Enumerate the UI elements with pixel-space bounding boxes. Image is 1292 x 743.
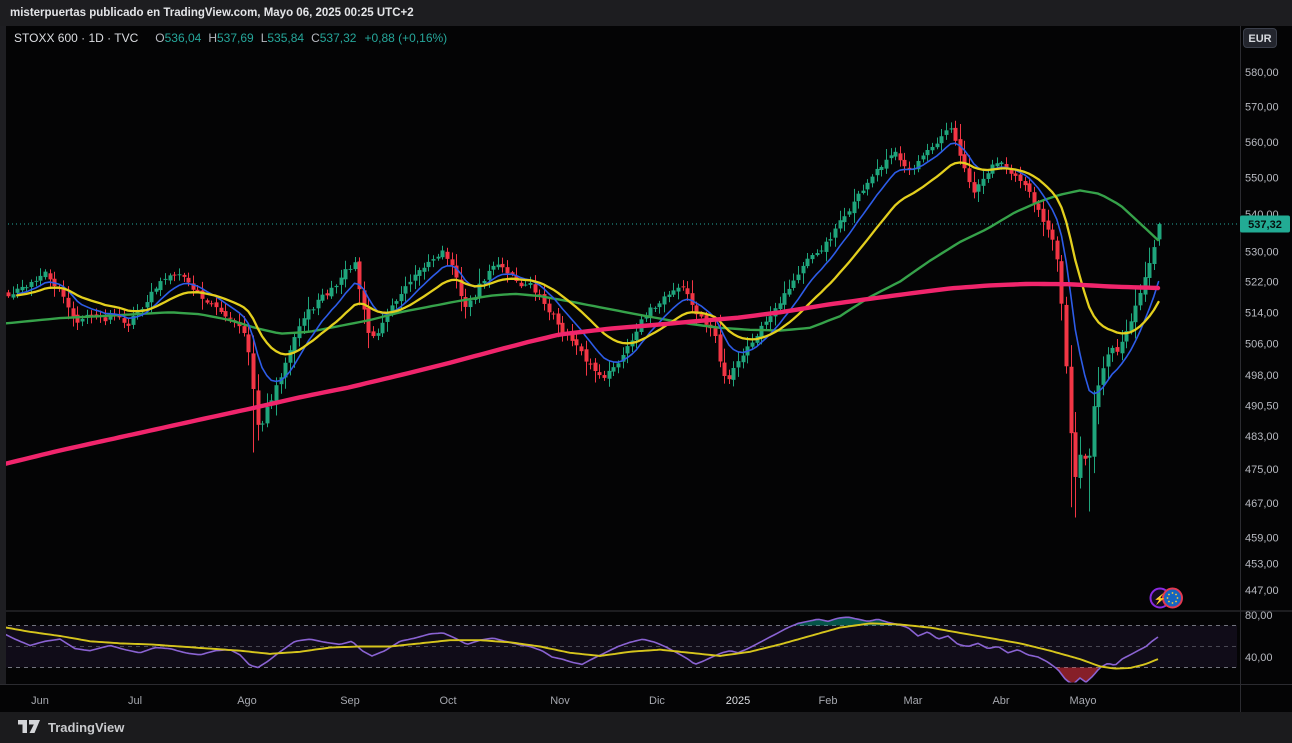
time-axis-month-Mayo: Mayo [1070, 695, 1097, 707]
eu-star [1175, 600, 1177, 603]
price-axis-label: 580,00 [1245, 67, 1279, 79]
price-axis-label: 514,00 [1245, 307, 1279, 319]
rsi-axis-label: 40,00 [1245, 652, 1273, 664]
eu-star [1176, 597, 1179, 599]
price-axis-label: 447,00 [1245, 585, 1279, 597]
price-axis-label: 570,00 [1245, 102, 1279, 114]
time-axis-month-Feb: Feb [819, 695, 838, 707]
high-value: 537,69 [216, 31, 254, 45]
candles-layer [6, 120, 1162, 518]
currency-button[interactable]: EUR [1243, 28, 1277, 48]
price-axis-label: 560,00 [1245, 137, 1279, 149]
price-axis-label: 483,00 [1245, 431, 1279, 443]
high-label: H [208, 31, 217, 45]
close-label: C [311, 31, 320, 45]
low-value: 535,84 [267, 31, 305, 45]
price-axis-label: 506,00 [1245, 338, 1279, 350]
time-axis-month-Abr: Abr [992, 695, 1009, 707]
time-axis-month-Sep: Sep [340, 695, 360, 707]
moving-averages-layer [0, 142, 1161, 468]
price-axis-label: 522,00 [1245, 277, 1279, 289]
time-axis-month-Nov: Nov [550, 695, 570, 707]
eu-star [1168, 593, 1170, 596]
time-axis-month-Oct: Oct [439, 695, 456, 707]
time-axis-month-Jun: Jun [31, 695, 49, 707]
price-axis-label: 550,00 [1245, 173, 1279, 185]
time-axis-month-Dic: Dic [649, 695, 665, 707]
open-value: 536,04 [164, 31, 202, 45]
eu-star [1166, 597, 1169, 599]
price-axis-label: 453,00 [1245, 559, 1279, 571]
price-axis-label: 498,00 [1245, 370, 1279, 382]
lightning-icon[interactable]: ⚡ [1154, 593, 1166, 606]
price-axis-label: 475,00 [1245, 464, 1279, 476]
price-axis-label: 490,50 [1245, 400, 1279, 412]
time-axis-month-Mar: Mar [904, 695, 923, 707]
eu-star [1168, 600, 1170, 603]
ma-green-slow-line [0, 189, 1160, 335]
rsi-axis-label: 80,00 [1245, 610, 1273, 622]
time-axis-month-Ago: Ago [237, 695, 257, 707]
eu-star [1171, 602, 1174, 604]
footer-bar: TradingView [0, 712, 1292, 743]
change-value: +0,88 (+0,16%) [364, 31, 448, 45]
eu-star [1175, 593, 1177, 596]
price-axis-label: 467,00 [1245, 498, 1279, 510]
price-axis-label: 459,00 [1245, 532, 1279, 544]
symbol-title: STOXX 600 · 1D · TVC [14, 31, 139, 45]
open-label: O [155, 31, 165, 45]
time-axis-month-2025: 2025 [726, 695, 750, 707]
tradingview-published-chart: misterpuertas publicado en TradingView.c… [0, 0, 1292, 743]
price-axis-label: 530,00 [1245, 246, 1279, 258]
current-price-tag-text: 537,32 [1248, 219, 1282, 231]
eu-star [1171, 592, 1174, 594]
chart-canvas[interactable]: 580,00570,00560,00550,00540,00530,00522,… [0, 0, 1292, 743]
time-axis-month-Jul: Jul [128, 695, 142, 707]
ma-yellow-mid-line [16, 161, 1160, 356]
symbol-legend[interactable]: STOXX 600 · 1D · TVC O536,04 H537,69 L535,8… [14, 31, 447, 45]
close-value: 537,32 [319, 31, 357, 45]
brand-name[interactable]: TradingView [48, 720, 124, 735]
left-edge-strip [0, 26, 6, 684]
tradingview-logo-icon[interactable] [18, 720, 41, 735]
